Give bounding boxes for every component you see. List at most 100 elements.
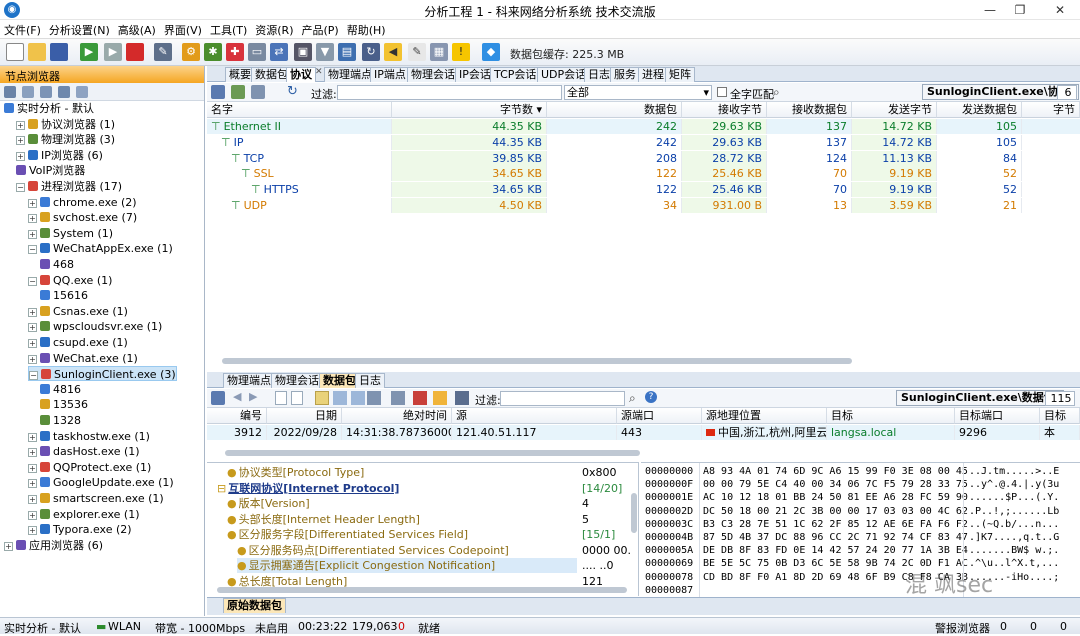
expand-toggle-icon[interactable]: − <box>16 183 25 192</box>
tree-node[interactable]: 实时分析 - 默认 <box>4 101 94 116</box>
forward-icon[interactable]: ▶ <box>249 390 257 403</box>
tree-node[interactable]: 13536 <box>40 397 88 412</box>
adapter-icon[interactable]: ⇄ <box>270 43 288 61</box>
menu-tools[interactable]: 工具(T) <box>206 20 251 38</box>
tab-6[interactable]: IP会话 <box>455 67 495 82</box>
new-icon[interactable] <box>6 43 24 61</box>
menu-analysis-settings[interactable]: 分析设置(N) <box>45 20 114 38</box>
horizontal-scrollbar[interactable] <box>222 358 852 364</box>
tab-5[interactable]: 物理会话 <box>407 67 459 82</box>
tree-node[interactable]: + chrome.exe (2) <box>28 195 137 210</box>
expand-toggle-icon[interactable]: − <box>29 371 38 381</box>
hex-ascii[interactable]: ......$P...(.Y. <box>969 491 1059 504</box>
tab-10[interactable]: 服务 <box>610 67 640 82</box>
highlight-icon[interactable] <box>433 391 447 405</box>
table-row[interactable]: ⊤ HTTPS 34.65 KB 122 25.46 KB 70 9.19 KB 52 <box>207 182 1080 198</box>
column-header[interactable]: 接收字节 <box>682 102 767 118</box>
search-icon[interactable]: ⌕ <box>773 85 780 100</box>
tab-3[interactable]: 物理端点 <box>324 67 376 82</box>
replay-icon[interactable]: ↻ <box>362 43 380 61</box>
packet-column-header[interactable]: 日期 <box>267 408 342 424</box>
tree-refresh-icon[interactable] <box>76 86 88 98</box>
menu-file[interactable]: 文件(F) <box>0 20 45 38</box>
menu-resources[interactable]: 资源(R) <box>251 20 297 38</box>
tree-node[interactable]: + GoogleUpdate.exe (1) <box>28 475 174 490</box>
hex-bytes[interactable]: AC 10 12 18 01 BB 24 50 81 EE A6 28 FC 5… <box>703 491 968 504</box>
tree-node[interactable]: + 协议浏览器 (1) <box>16 117 115 132</box>
tree-node[interactable]: − 进程浏览器 (17) <box>16 179 122 194</box>
decode-row[interactable]: ⊟ 互联网协议[Internet Protocol] <box>217 481 577 496</box>
open-folder-icon[interactable] <box>28 43 46 61</box>
hex-bytes[interactable]: DE DB 8F 83 FD 0E 14 42 57 24 20 77 1A 3… <box>703 544 968 557</box>
hex-ascii[interactable]: ..(~Q.b/...n... <box>969 518 1059 531</box>
capture-icon[interactable]: ▣ <box>294 43 312 61</box>
expand-toggle-icon[interactable]: + <box>28 432 37 442</box>
packet-column-header[interactable]: 目标 <box>827 408 955 424</box>
expand-toggle-icon[interactable]: + <box>28 354 37 364</box>
hex-bytes[interactable]: 87 5D 4B 37 DC 88 96 CC 2C 71 92 74 CF 8… <box>703 531 968 544</box>
packet-row[interactable]: 3912 2022/09/28 14:31:38.787360000 121.40.5… <box>207 425 1080 440</box>
note-icon[interactable]: ✎ <box>408 43 426 61</box>
column-header[interactable]: 发送数据包 <box>937 102 1022 118</box>
decode-row[interactable]: ● 协议类型[Protocol Type] <box>227 465 577 480</box>
tool-icon[interactable] <box>455 391 469 405</box>
decode-row[interactable]: ● 版本[Version] <box>227 496 577 511</box>
tree-node[interactable]: 468 <box>40 257 74 272</box>
filter-input[interactable] <box>337 85 562 100</box>
tree-node[interactable]: − WeChatAppEx.exe (1) <box>28 241 173 256</box>
scope-select[interactable]: 全部 ▾ <box>564 85 712 100</box>
bottom-tab-0[interactable]: 物理端点 <box>223 373 275 388</box>
column-header[interactable]: 数据包 <box>547 102 682 118</box>
tree-node[interactable]: 1328 <box>40 413 81 428</box>
hex-bytes[interactable]: A8 93 4A 01 74 6D 9C A6 15 99 F0 3E 08 0… <box>703 465 968 478</box>
column-header[interactable]: 名字 <box>207 102 392 118</box>
decode-hscrollbar[interactable] <box>217 587 627 593</box>
packet-hscrollbar[interactable] <box>225 450 640 456</box>
expand-toggle-icon[interactable]: + <box>16 136 25 146</box>
tree-tool-icon[interactable] <box>4 86 16 98</box>
export-icon[interactable] <box>211 85 225 99</box>
tree-node[interactable]: + System (1) <box>28 226 113 241</box>
menu-view[interactable]: 界面(V) <box>160 20 206 38</box>
packet-column-header[interactable]: 绝对时间 <box>342 408 452 424</box>
filter-icon[interactable]: ▼ <box>316 43 334 61</box>
detail-view-icon[interactable] <box>333 391 347 405</box>
tree-node[interactable]: − SunloginClient.exe (3) <box>28 366 177 382</box>
save-icon[interactable] <box>50 43 68 61</box>
filter-options-icon[interactable] <box>391 391 405 405</box>
close-tab-icon[interactable]: ✕ <box>315 67 323 77</box>
refresh-icon[interactable]: ↻ <box>287 84 298 99</box>
close-button[interactable]: ✕ <box>1045 1 1075 19</box>
menu-advanced[interactable]: 高级(A) <box>114 20 160 38</box>
menu-help[interactable]: 帮助(H) <box>343 20 390 38</box>
help-icon[interactable]: ? <box>645 391 657 403</box>
tree-node[interactable]: 4816 <box>40 382 81 397</box>
tree-link-icon[interactable] <box>58 86 70 98</box>
report-icon[interactable]: ▦ <box>430 43 448 61</box>
collapse-icon[interactable] <box>275 391 287 405</box>
expand-toggle-icon[interactable]: + <box>28 307 37 317</box>
hex-bytes[interactable]: DC 50 18 00 21 2C 3B 00 00 17 03 03 00 4… <box>703 505 968 518</box>
tree-filter-icon[interactable] <box>22 86 34 98</box>
tab-4[interactable]: IP端点 <box>370 67 410 82</box>
settings-gear-icon[interactable]: ⚙ <box>182 43 200 61</box>
tree-node[interactable]: + QQProtect.exe (1) <box>28 460 151 475</box>
expand-toggle-icon[interactable]: + <box>28 448 37 458</box>
hex-ascii[interactable]: .]K7....,q.t..G <box>969 531 1059 544</box>
packet-column-header[interactable]: 源地理位置 <box>702 408 827 424</box>
column-header[interactable]: 字节数 ▾ <box>392 102 547 118</box>
expand-toggle-icon[interactable]: + <box>28 510 37 520</box>
arrow-left-icon[interactable]: ◀ <box>384 43 402 61</box>
expand-toggle-icon[interactable]: + <box>28 214 37 224</box>
window-icon[interactable]: ▭ <box>248 43 266 61</box>
table-row[interactable]: ⊤ UDP 4.50 KB 34 931.00 B 13 3.59 KB 21 <box>207 198 1080 213</box>
tree-node[interactable]: + WeChat.exe (1) <box>28 351 138 366</box>
hex-bytes[interactable]: B3 C3 28 7E 51 1C 62 2F 85 12 AE 6E FA F… <box>703 518 968 531</box>
tree-node[interactable]: − QQ.exe (1) <box>28 273 112 288</box>
network-icon[interactable]: ✱ <box>204 43 222 61</box>
tree-node[interactable]: + explorer.exe (1) <box>28 507 140 522</box>
filter-options-icon[interactable] <box>251 85 265 99</box>
table-row[interactable]: ⊤ Ethernet II 44.35 KB 242 29.63 KB 137 14.72 … <box>207 119 1080 134</box>
view-icon[interactable] <box>231 85 245 99</box>
tree-node[interactable]: + wpscloudsvr.exe (1) <box>28 319 162 334</box>
